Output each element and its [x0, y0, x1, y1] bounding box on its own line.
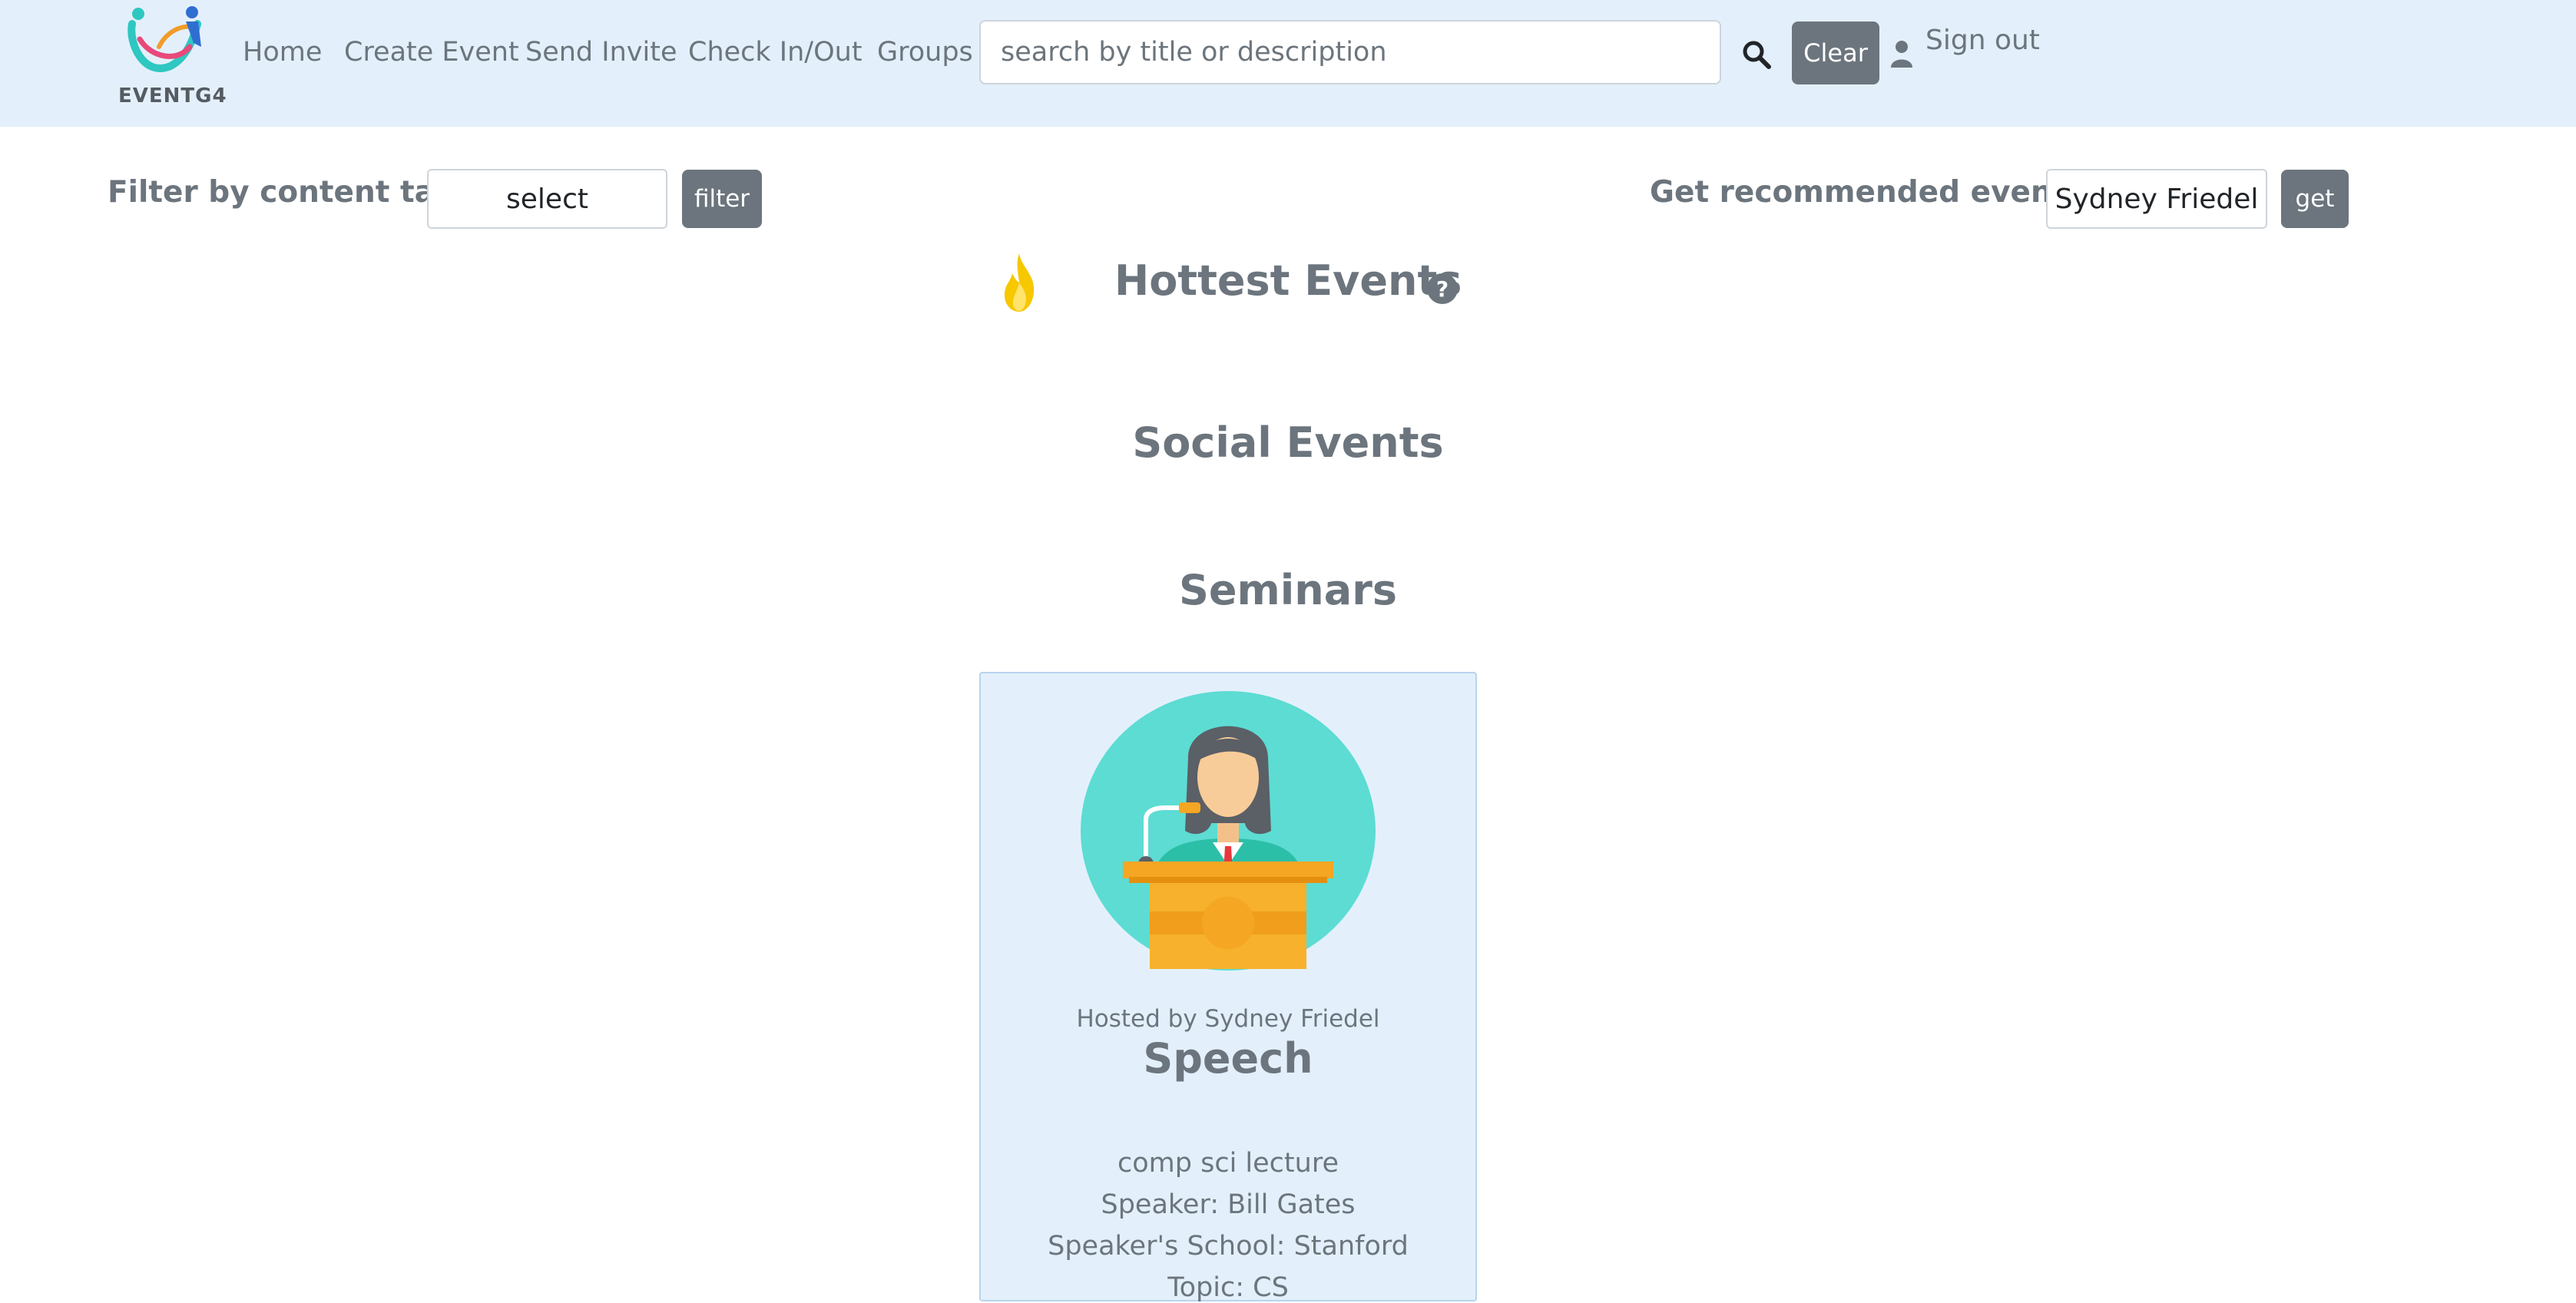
seminars-title: Seminars — [1179, 566, 1397, 614]
nav-check-in-out[interactable]: Check In/Out — [688, 37, 863, 68]
event-host: Hosted by Sydney Friedel — [1076, 1005, 1380, 1033]
user-select-value: Sydney Friedel — [2055, 183, 2259, 215]
tag-select-value: select — [506, 183, 588, 215]
logo-icon — [127, 6, 201, 72]
sign-out-link[interactable]: Sign out — [1925, 25, 2040, 56]
search-icon[interactable] — [1742, 40, 1771, 69]
brand-name: EVENTG4 — [118, 84, 227, 107]
user-icon — [1891, 41, 1912, 68]
nav-create-event[interactable]: Create Event — [344, 37, 519, 68]
fire-icon — [1004, 253, 1035, 312]
hottest-events-title: Hottest Events — [1114, 256, 1462, 305]
question-circle-icon[interactable]: ? — [1426, 273, 1459, 305]
user-select[interactable]: Sydney Friedel — [2046, 169, 2267, 229]
nav-groups[interactable]: Groups — [877, 37, 973, 68]
event-topic: Topic: CS — [1167, 1272, 1289, 1303]
brand-logo[interactable]: EVENTG4 — [115, 5, 227, 108]
nav-home[interactable]: Home — [243, 37, 322, 68]
event-speaker-school: Speaker's School: Stanford — [1048, 1231, 1409, 1262]
tag-select[interactable]: select — [427, 169, 667, 229]
event-speaker: Speaker: Bill Gates — [1101, 1189, 1356, 1220]
search-input[interactable] — [979, 20, 1721, 84]
hottest-events-header: Hottest Events ? — [998, 246, 1475, 322]
event-card[interactable]: Hosted by Sydney Friedel Speech comp sci… — [979, 672, 1477, 1303]
get-button[interactable]: get — [2281, 170, 2349, 228]
social-events-title: Social Events — [1132, 418, 1444, 467]
recommend-label: Get recommended events: — [1650, 175, 2097, 210]
navbar: EVENTG4 Home Create Event Send Invite Ch… — [0, 0, 2576, 127]
nav-send-invite[interactable]: Send Invite — [525, 37, 677, 68]
svg-text:?: ? — [1436, 276, 1449, 302]
event-title[interactable]: Speech — [981, 1034, 1475, 1083]
filter-label: Filter by content tag: — [108, 175, 469, 210]
event-description: comp sci lecture — [1117, 1148, 1339, 1179]
speaker-podium-image — [1081, 691, 1376, 971]
clear-button[interactable]: Clear — [1792, 21, 1879, 84]
filter-button[interactable]: filter — [682, 170, 762, 228]
